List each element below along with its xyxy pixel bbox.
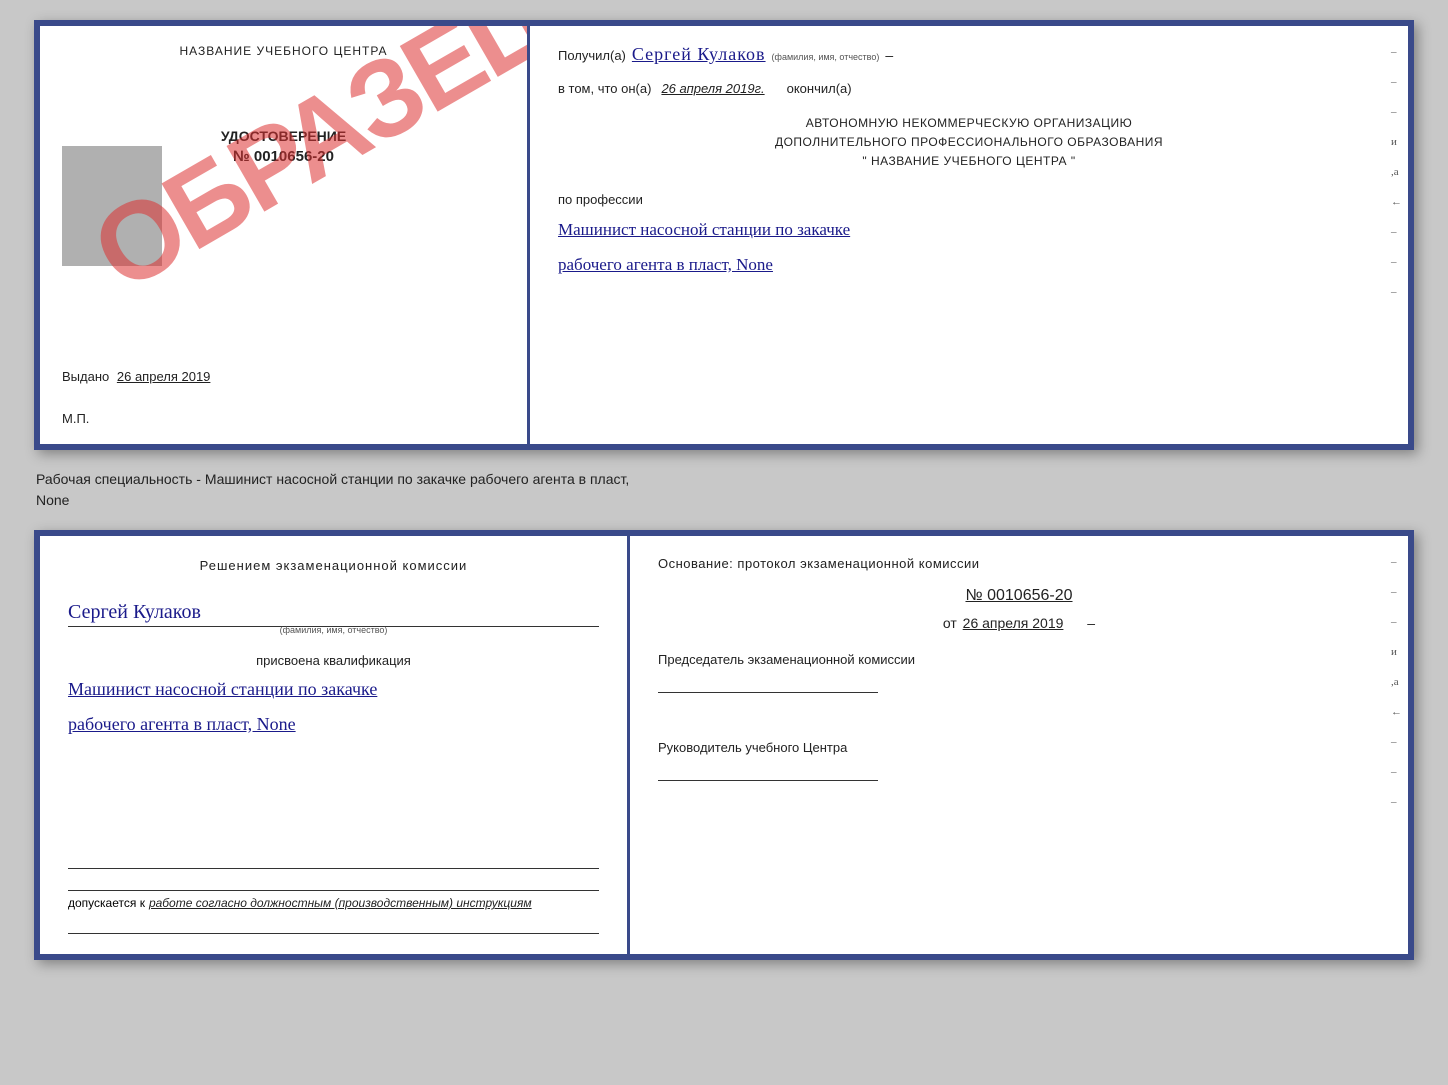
- org-line1: АВТОНОМНУЮ НЕКОММЕРЧЕСКУЮ ОРГАНИЗАЦИЮ: [558, 114, 1380, 133]
- top-doc-right-panel: Получил(а) Сергей Кулаков (фамилия, имя,…: [530, 26, 1408, 444]
- between-line1: Рабочая специальность - Машинист насосно…: [36, 469, 1412, 490]
- person-block: Сергей Кулаков (фамилия, имя, отчество): [68, 595, 599, 635]
- bottom-doc-left: Решением экзаменационной комиссии Сергей…: [40, 536, 630, 954]
- sig-line-2: [68, 873, 599, 891]
- certificate-number: № 0010656-20: [233, 148, 334, 165]
- right-edge-marks: – – – и ,а ← – – –: [1391, 46, 1402, 298]
- org-block: АВТОНОМНУЮ НЕКОММЕРЧЕСКУЮ ОРГАНИЗАЦИЮ ДО…: [558, 114, 1380, 172]
- bottom-doc-right: Основание: протокол экзаменационной коми…: [630, 536, 1408, 954]
- in-that-label: в том, что он(а): [558, 81, 651, 96]
- mp-label: М.П.: [62, 411, 89, 426]
- right-edge-marks2: – – – и ,а ← – – –: [1391, 556, 1402, 808]
- issued-date-value: 26 апреля 2019: [117, 369, 211, 384]
- assigned-label: присвоена квалификация: [68, 653, 599, 668]
- allowed-block: допускается к работе согласно должностны…: [68, 895, 599, 912]
- allowed-text: работе согласно должностным (производств…: [149, 895, 532, 912]
- chairman-label: Председатель экзаменационной комиссии: [658, 651, 1380, 669]
- director-label: Руководитель учебного Центра: [658, 739, 1380, 757]
- between-line2: None: [36, 490, 1412, 511]
- photo-placeholder: [62, 146, 162, 266]
- commission-decision: Решением экзаменационной комиссии: [68, 556, 599, 577]
- org-line2: ДОПОЛНИТЕЛЬНОГО ПРОФЕССИОНАЛЬНОГО ОБРАЗО…: [558, 133, 1380, 152]
- date-line: в том, что он(а) 26 апреля 2019г. окончи…: [558, 81, 1380, 96]
- profession-label: по профессии: [558, 192, 1380, 207]
- protocol-date: от 26 апреля 2019 –: [658, 615, 1380, 631]
- protocol-date-prefix: от: [943, 615, 957, 631]
- recipient-name: Сергей Кулаков: [632, 44, 766, 65]
- qual-line1: Машинист насосной станции по закачке: [68, 676, 599, 703]
- basis-line: Основание: протокол экзаменационной коми…: [658, 556, 1380, 571]
- certificate-title: УДОСТОВЕРЕНИЕ: [221, 128, 346, 144]
- org-line3: " НАЗВАНИЕ УЧЕБНОГО ЦЕНТРА ": [558, 152, 1380, 171]
- date-value-top: 26 апреля 2019г.: [661, 81, 764, 96]
- allowed-prefix: допускается к: [68, 896, 145, 910]
- issued-label: Выдано: [62, 369, 109, 384]
- bottom-lines: допускается к работе согласно должностны…: [68, 851, 599, 934]
- protocol-number: № 0010656-20: [658, 587, 1380, 605]
- finished-label: окончил(а): [787, 81, 852, 96]
- profession-line1: Машинист насосной станции по закачке: [558, 217, 1380, 243]
- sig-line-1: [68, 851, 599, 869]
- top-document: НАЗВАНИЕ УЧЕБНОГО ЦЕНТРА ОБРАЗЕЦ УДОСТОВ…: [34, 20, 1414, 450]
- qual-line2: рабочего агента в пласт, None: [68, 711, 599, 738]
- top-doc-left-panel: НАЗВАНИЕ УЧЕБНОГО ЦЕНТРА ОБРАЗЕЦ УДОСТОВ…: [40, 26, 530, 444]
- between-text: Рабочая специальность - Машинист насосно…: [34, 465, 1414, 515]
- recipient-line: Получил(а) Сергей Кулаков (фамилия, имя,…: [558, 44, 1380, 65]
- issued-date: Выдано 26 апреля 2019: [62, 369, 210, 384]
- fio-hint-top: (фамилия, имя, отчество): [772, 52, 880, 62]
- fio-hint-bottom: (фамилия, имя, отчество): [68, 625, 599, 635]
- dash1: –: [885, 47, 893, 63]
- person-name-large: Сергей Кулаков: [68, 601, 599, 627]
- director-sig-line: [658, 763, 878, 781]
- chairman-block: Председатель экзаменационной комиссии: [658, 651, 1380, 693]
- profession-line2: рабочего агента в пласт, None: [558, 252, 1380, 278]
- chairman-sig-line: [658, 675, 878, 693]
- protocol-date-value: 26 апреля 2019: [963, 615, 1064, 631]
- sig-line-3: [68, 916, 599, 934]
- director-block: Руководитель учебного Центра: [658, 723, 1380, 781]
- received-label: Получил(а): [558, 48, 626, 63]
- bottom-document: Решением экзаменационной комиссии Сергей…: [34, 530, 1414, 960]
- school-name-top: НАЗВАНИЕ УЧЕБНОГО ЦЕНТРА: [179, 44, 387, 58]
